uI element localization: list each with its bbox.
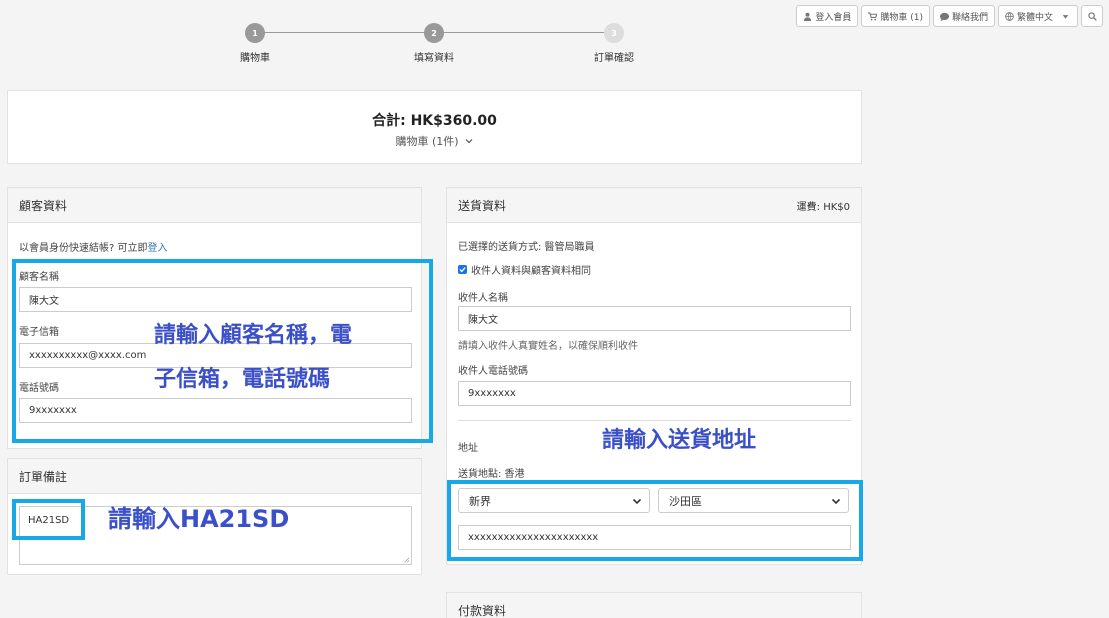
address-highlight bbox=[447, 480, 863, 561]
cart-toggle-label: 購物車 (1件) bbox=[395, 135, 459, 148]
recipient-name-label: 收件人名稱 bbox=[458, 293, 508, 304]
same-as-customer-checkbox[interactable] bbox=[458, 265, 467, 274]
language-select[interactable]: 繁體中文 bbox=[997, 5, 1078, 27]
cart-icon bbox=[868, 11, 878, 21]
caret-down-icon bbox=[1062, 14, 1069, 19]
order-note-header: 訂單備註 bbox=[8, 459, 421, 494]
chat-icon bbox=[939, 12, 949, 21]
member-prompt-text: 以會員身份快速結帳? 可立即 bbox=[19, 243, 148, 254]
order-total: 合計: HK$360.00 bbox=[372, 113, 497, 129]
same-as-customer-option[interactable]: 收件人資料與顧客資料相同 bbox=[458, 262, 591, 277]
customer-annotation-line2: 子信箱，電話號碼 bbox=[154, 367, 331, 392]
customer-panel-header: 顧客資料 bbox=[8, 188, 421, 223]
check-icon bbox=[459, 267, 466, 273]
address-annotation: 請輸入送貨地址 bbox=[602, 428, 757, 453]
order-note-annotation: 請輸入HA21SD bbox=[108, 505, 290, 533]
step-number: 3 bbox=[604, 23, 624, 43]
delivery-location: 送貨地點: 香港 bbox=[458, 469, 525, 480]
shipping-fee: 運費: HK$0 bbox=[796, 201, 850, 213]
order-note-title: 訂單備註 bbox=[19, 469, 68, 484]
language-label: 繁體中文 bbox=[1016, 12, 1053, 23]
step-confirm: 3 訂單確認 bbox=[574, 23, 654, 64]
step-label: 訂單確認 bbox=[594, 53, 634, 64]
login-link[interactable]: 登入 bbox=[148, 243, 168, 254]
payment-panel: 付款資料 bbox=[446, 592, 862, 618]
login-button[interactable]: 登入會員 bbox=[796, 5, 859, 27]
resize-handle-icon[interactable] bbox=[403, 556, 410, 563]
member-login-prompt: 以會員身份快速結帳? 可立即登入 bbox=[19, 239, 168, 254]
login-label: 登入會員 bbox=[815, 12, 852, 23]
order-note-highlight bbox=[12, 499, 85, 540]
step-number: 2 bbox=[424, 23, 444, 43]
contact-label: 聯絡我們 bbox=[951, 12, 988, 23]
order-summary: 合計: HK$360.00 購物車 (1件) bbox=[7, 90, 862, 164]
search-icon bbox=[1087, 11, 1097, 21]
cart-toggle[interactable]: 購物車 (1件) bbox=[395, 133, 473, 149]
payment-panel-header: 付款資料 bbox=[447, 593, 861, 618]
address-label: 地址 bbox=[458, 443, 478, 454]
contact-button[interactable]: 聯絡我們 bbox=[932, 5, 995, 27]
step-label: 填寫資料 bbox=[414, 53, 454, 64]
step-number: 1 bbox=[245, 23, 265, 43]
delivery-panel-header: 送貨資料 運費: HK$0 bbox=[447, 188, 861, 223]
recipient-phone-label: 收件人電話號碼 bbox=[458, 366, 528, 377]
step-label: 購物車 bbox=[240, 53, 270, 64]
search-button[interactable] bbox=[1081, 5, 1103, 27]
customer-panel-title: 顧客資料 bbox=[19, 198, 68, 213]
divider bbox=[458, 420, 851, 421]
same-as-customer-label: 收件人資料與顧客資料相同 bbox=[471, 266, 591, 277]
recipient-name-hint: 請填入收件人真實姓名，以確保順利收件 bbox=[458, 341, 638, 352]
cart-button[interactable]: 購物車 (1) bbox=[861, 5, 930, 27]
user-icon bbox=[804, 12, 812, 21]
checkout-steps: 1 購物車 2 填寫資料 3 訂單確認 bbox=[215, 23, 655, 68]
cart-label: 購物車 (1) bbox=[880, 12, 923, 23]
delivery-method: 已選擇的送貨方式: 醫管局職員 bbox=[458, 242, 595, 253]
chevron-down-icon bbox=[465, 139, 472, 144]
recipient-name-input[interactable]: 陳大文 bbox=[458, 306, 851, 331]
customer-annotation-line1: 請輸入顧客名稱，電 bbox=[154, 323, 353, 348]
top-toolbar: 登入會員 購物車 (1) 聯絡我們 繁體中文 bbox=[796, 5, 1103, 27]
recipient-phone-input[interactable]: 9xxxxxxx bbox=[458, 381, 851, 406]
customer-annotation: 請輸入顧客名稱，電 子信箱，電話號碼 bbox=[154, 314, 352, 402]
step-fill-info: 2 填寫資料 bbox=[394, 23, 474, 64]
globe-icon bbox=[1005, 11, 1014, 21]
payment-panel-title: 付款資料 bbox=[458, 603, 507, 618]
step-cart: 1 購物車 bbox=[215, 23, 295, 64]
delivery-panel-title: 送貨資料 bbox=[458, 198, 507, 213]
